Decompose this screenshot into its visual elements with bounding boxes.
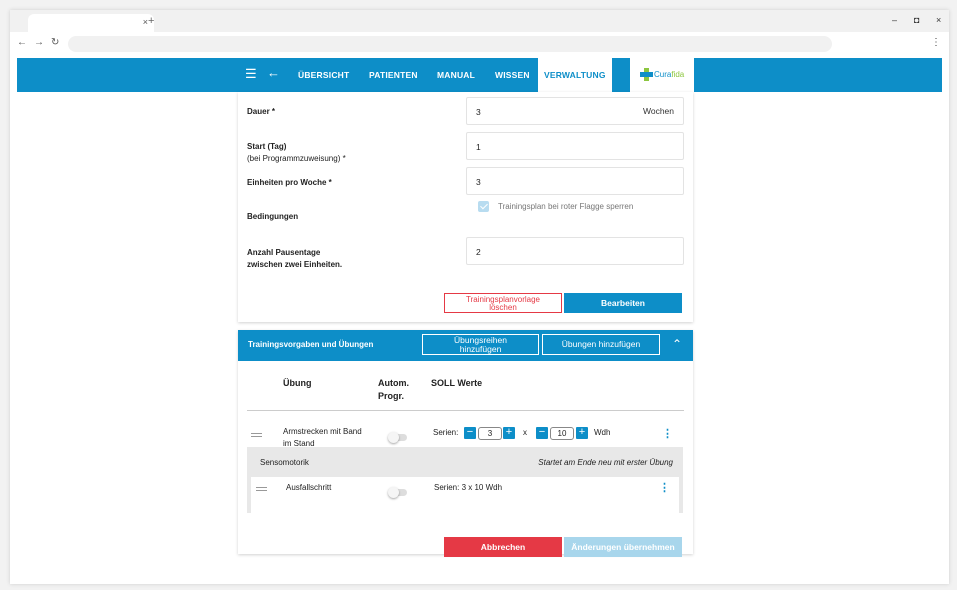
reload-icon[interactable]: ↻ [51, 37, 59, 48]
browser-toolbar: ← → ↻ ⋮ [10, 32, 949, 56]
apply-changes-button[interactable]: Änderungen übernehmen [564, 537, 682, 557]
browser-tabbar: × + – ◘ × [10, 10, 949, 32]
address-bar[interactable] [68, 36, 832, 52]
autom-progr-toggle[interactable] [388, 432, 407, 443]
group-name: Sensomotorik [260, 458, 309, 467]
pause-label-line1: Anzahl Pausentage [247, 248, 321, 257]
row-menu-icon[interactable]: ⋮ [662, 429, 673, 440]
units-per-week-value: 3 [476, 177, 481, 187]
group-exercise-name: Ausfallschritt [286, 483, 332, 492]
exercises-card: Trainingsvorgaben und Übungen Übungsreih… [238, 330, 693, 557]
curafida-logo[interactable]: Curafida [630, 58, 694, 92]
group-note: Startet am Ende neu mit erster Übung [538, 458, 673, 467]
delete-line2: löschen [489, 303, 517, 312]
back-arrow-icon[interactable]: ← [267, 65, 280, 80]
nav-verwaltung[interactable]: VERWALTUNG [538, 58, 612, 92]
sets-input[interactable]: 3 [478, 427, 502, 440]
col-autom-line1: Autom. [378, 378, 409, 388]
col-autom-line2: Progr. [378, 391, 405, 401]
group-exercise-values: Serien: 3 x 10 Wdh [434, 483, 503, 492]
reps-input[interactable]: 10 [550, 427, 574, 440]
nav-wissen[interactable]: WISSEN [495, 70, 530, 80]
duration-input[interactable]: 3 Wochen [466, 97, 684, 125]
exercise-group: Sensomotorik Startet am Ende neu mit ers… [247, 447, 683, 513]
sets-decrement-button[interactable]: − [464, 427, 476, 439]
exercises-title: Trainingsvorgaben und Übungen [248, 340, 374, 349]
hamburger-menu-icon[interactable]: ☰ [245, 66, 257, 82]
series-label: Serien: [433, 428, 459, 437]
duration-value: 3 [476, 107, 481, 117]
conditions-label: Bedingungen [247, 212, 299, 221]
autom-progr-toggle[interactable] [388, 487, 407, 498]
drag-handle-icon[interactable] [251, 433, 262, 437]
col-autom-progr: Autom. Progr. [378, 377, 409, 403]
start-day-label: Start (Tag) (bei Programmzuweisung) * [247, 141, 346, 165]
drag-handle-icon[interactable] [256, 487, 267, 491]
units-per-week-input[interactable]: 3 [466, 167, 684, 195]
row-menu-icon[interactable]: ⋮ [659, 483, 670, 494]
red-flag-checkbox[interactable] [478, 201, 489, 212]
add-series-line2: hinzufügen [459, 344, 502, 354]
maximize-icon[interactable]: ◘ [914, 15, 919, 25]
duration-unit: Wochen [642, 106, 674, 116]
col-target-values: SOLL Werte [431, 378, 483, 388]
forward-icon[interactable]: → [34, 37, 44, 48]
training-plan-form: Dauer * 3 Wochen Start (Tag) (bei Progra… [238, 92, 693, 322]
nav-patienten[interactable]: PATIENTEN [369, 70, 418, 80]
pause-days-label: Anzahl Pausentage zwischen zwei Einheite… [247, 247, 342, 271]
new-tab-icon[interactable]: + [148, 15, 154, 27]
back-icon[interactable]: ← [17, 37, 27, 48]
times-symbol: x [523, 428, 527, 437]
pause-label-line2: zwischen zwei Einheiten. [247, 260, 343, 269]
minimize-icon[interactable]: – [892, 15, 897, 25]
start-label-line2: (bei Programmzuweisung) * [247, 154, 346, 163]
exercise-name-line1: Armstrecken mit Band [283, 427, 362, 436]
browser-window: × + – ◘ × ← → ↻ ⋮ ☰ ← ÜBERSICHT PATIENTE… [10, 10, 949, 584]
start-day-value: 1 [476, 142, 481, 152]
logo-cross-icon [640, 68, 653, 81]
pause-days-input[interactable]: 2 [466, 237, 684, 265]
units-per-week-label: Einheiten pro Woche * [247, 178, 332, 187]
nav-uebersicht[interactable]: ÜBERSICHT [298, 70, 349, 80]
logo-text: Curafida [654, 70, 685, 79]
red-flag-checkbox-label: Trainingsplan bei roter Flagge sperren [498, 202, 634, 211]
nav-manual[interactable]: MANUAL [437, 70, 475, 80]
browser-tab[interactable]: × [28, 14, 154, 32]
reps-unit: Wdh [594, 428, 611, 437]
start-label-line1: Start (Tag) [247, 142, 287, 151]
add-series-button[interactable]: Übungsreihen hinzufügen [422, 334, 539, 355]
table-divider [247, 410, 684, 411]
reps-decrement-button[interactable]: − [536, 427, 548, 439]
browser-menu-icon[interactable]: ⋮ [931, 37, 941, 48]
app-navbar: ☰ ← ÜBERSICHT PATIENTEN MANUAL WISSEN VE… [17, 58, 942, 92]
exercises-header: Trainingsvorgaben und Übungen Übungsreih… [238, 330, 693, 361]
pause-days-value: 2 [476, 247, 481, 257]
duration-label: Dauer * [247, 107, 276, 116]
close-window-icon[interactable]: × [936, 15, 941, 25]
cancel-button[interactable]: Abbrechen [444, 537, 562, 557]
list-item: Ausfallschritt Serien: 3 x 10 Wdh ⋮ [251, 477, 679, 513]
col-exercise: Übung [283, 378, 312, 388]
reps-increment-button[interactable]: + [576, 427, 588, 439]
start-day-input[interactable]: 1 [466, 132, 684, 160]
delete-template-button[interactable]: Trainingsplanvorlage löschen [444, 293, 562, 313]
collapse-chevron-icon[interactable]: ⌃ [672, 337, 682, 351]
add-exercises-button[interactable]: Übungen hinzufügen [542, 334, 660, 355]
sets-increment-button[interactable]: + [503, 427, 515, 439]
edit-button[interactable]: Bearbeiten [564, 293, 682, 313]
